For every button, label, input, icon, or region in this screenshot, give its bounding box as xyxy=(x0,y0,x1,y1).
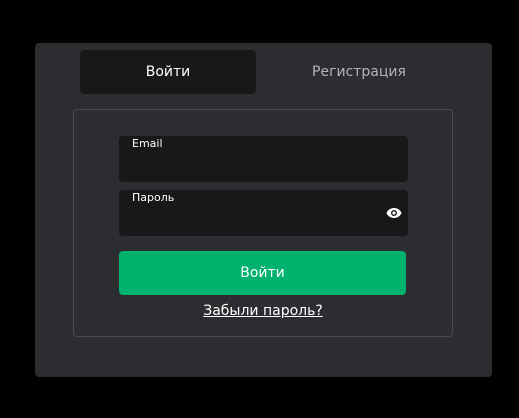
password-input[interactable] xyxy=(132,208,372,230)
forgot-password-link[interactable]: Забыли пароль? xyxy=(74,303,452,319)
email-input[interactable] xyxy=(132,154,372,176)
tab-register[interactable]: Регистрация xyxy=(271,50,447,94)
login-submit-button[interactable]: Войти xyxy=(119,251,406,295)
tab-login[interactable]: Войти xyxy=(80,50,256,94)
auth-panel: Войти Регистрация Email Пароль Войти Заб… xyxy=(35,43,492,377)
eye-icon[interactable] xyxy=(386,207,402,219)
email-field[interactable]: Email xyxy=(119,136,408,182)
password-label: Пароль xyxy=(132,191,175,204)
password-field[interactable]: Пароль xyxy=(119,190,408,236)
login-form: Email Пароль Войти Забыли пароль? xyxy=(73,109,453,337)
email-label: Email xyxy=(132,137,163,150)
